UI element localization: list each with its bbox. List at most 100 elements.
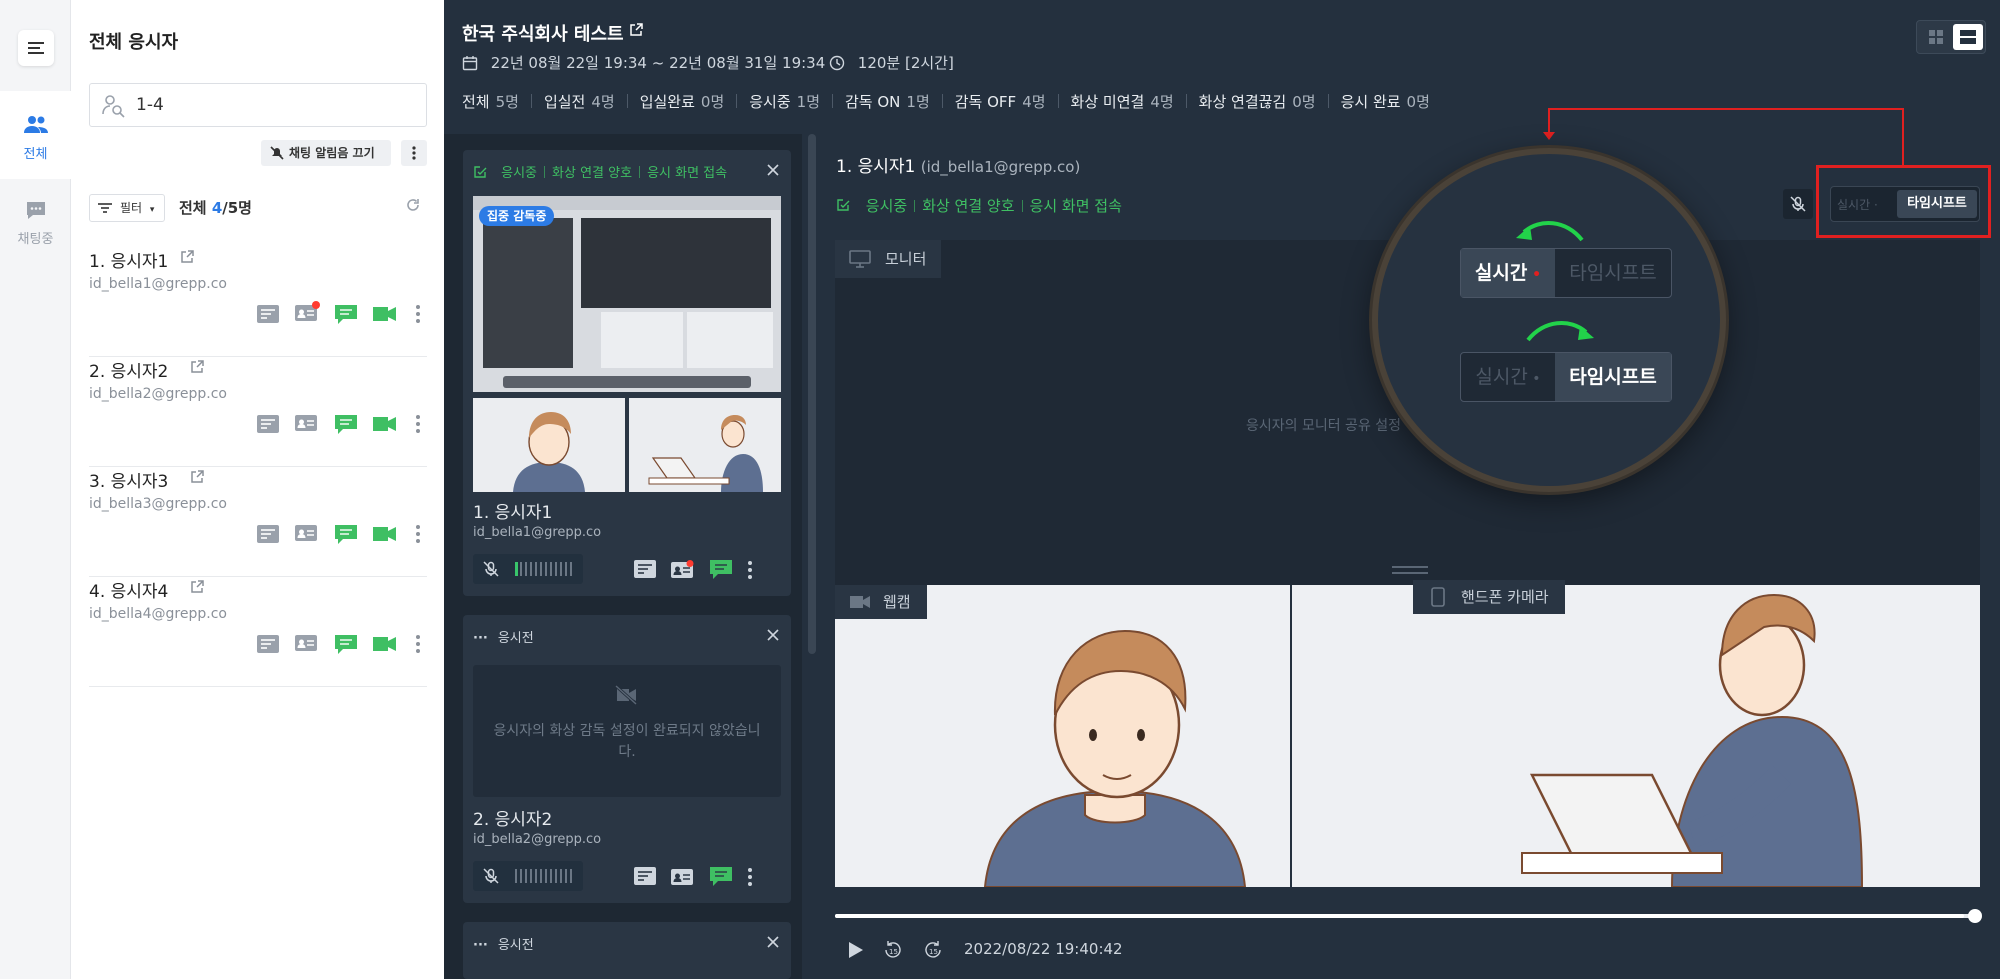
participant-panel: 전체 응시자 1-4 채팅 알림음 끄기 필터 ▾ 전체 4/5명 1. 응시자… bbox=[71, 0, 444, 979]
stat-value: 5명 bbox=[495, 93, 519, 111]
stat-item[interactable]: 응시중 1명 bbox=[749, 91, 820, 112]
video-camera-icon[interactable] bbox=[373, 306, 397, 322]
chat-message-icon[interactable] bbox=[710, 560, 732, 580]
participant-card[interactable]: ··· 응시전 응시자의 화상 감독 설정이 완료되지 않았습니다. 2. 응시자… bbox=[463, 615, 791, 903]
id-card-icon[interactable] bbox=[295, 631, 321, 653]
more-vertical-icon[interactable] bbox=[415, 304, 421, 324]
play-icon[interactable] bbox=[846, 940, 864, 960]
more-vertical-icon[interactable] bbox=[747, 867, 753, 887]
notes-icon[interactable] bbox=[257, 635, 279, 653]
id-card-icon[interactable] bbox=[671, 867, 695, 887]
external-link-icon[interactable] bbox=[189, 579, 205, 595]
detail-mic-button[interactable] bbox=[1783, 189, 1813, 219]
stat-item[interactable]: 응시 완료 0명 bbox=[1341, 91, 1430, 112]
stat-item[interactable]: 감독 ON 1명 bbox=[845, 91, 930, 112]
stat-item[interactable]: 화상 미연결 4명 bbox=[1071, 91, 1174, 112]
video-camera-icon[interactable] bbox=[373, 526, 397, 542]
phone-camera-feed[interactable] bbox=[1292, 585, 1980, 887]
participant-list-item[interactable]: 1. 응시자1 id_bella1@grepp.co bbox=[89, 247, 427, 357]
detail-view-button[interactable] bbox=[1953, 24, 1983, 50]
stat-separator bbox=[1057, 94, 1059, 108]
participant-list-item[interactable]: 3. 응시자3 id_bella3@grepp.co bbox=[89, 467, 427, 577]
chat-message-icon[interactable] bbox=[335, 415, 357, 435]
stat-item[interactable]: 감독 OFF 4명 bbox=[955, 91, 1046, 112]
stat-item[interactable]: 입실완료 0명 bbox=[640, 91, 725, 112]
id-card-icon[interactable] bbox=[295, 411, 321, 433]
chat-message-icon[interactable] bbox=[335, 635, 357, 655]
external-link-icon[interactable] bbox=[189, 469, 205, 485]
rail-tab-chatting[interactable]: 채팅중 bbox=[0, 184, 71, 272]
view-toggle[interactable] bbox=[1916, 20, 1986, 54]
close-icon[interactable] bbox=[765, 934, 781, 950]
more-vertical-icon[interactable] bbox=[415, 414, 421, 434]
participant-card[interactable]: ··· 응시전 bbox=[463, 922, 791, 979]
search-input[interactable]: 1-4 bbox=[89, 83, 427, 127]
participant-name: 4. 응시자4 bbox=[89, 582, 169, 602]
resize-handle[interactable] bbox=[1392, 566, 1428, 574]
cards-scrollbar[interactable] bbox=[808, 134, 816, 654]
notes-icon[interactable] bbox=[257, 415, 279, 433]
participant-email: id_bella1@grepp.co bbox=[89, 276, 227, 292]
external-link-icon[interactable] bbox=[189, 359, 205, 375]
stat-item[interactable]: 입실전 4명 bbox=[544, 91, 615, 112]
annotation-line bbox=[1548, 108, 1904, 110]
mute-chat-alert-button[interactable]: 채팅 알림음 끄기 bbox=[261, 140, 391, 166]
audio-meter bbox=[515, 869, 575, 883]
id-card-icon[interactable] bbox=[671, 560, 695, 580]
more-vertical-icon[interactable] bbox=[415, 634, 421, 654]
external-link-icon[interactable] bbox=[628, 22, 644, 38]
video-camera-icon[interactable] bbox=[373, 416, 397, 432]
chat-message-icon[interactable] bbox=[335, 525, 357, 545]
more-vertical-icon[interactable] bbox=[415, 524, 421, 544]
exam-duration: 120분 [2시간] bbox=[829, 52, 954, 73]
rail-tab-label: 전체 bbox=[23, 147, 48, 162]
audio-meter-level bbox=[515, 562, 518, 576]
mic-off-icon[interactable] bbox=[483, 561, 499, 577]
id-card-icon[interactable] bbox=[295, 521, 321, 543]
stat-label: 입실완료 bbox=[639, 93, 695, 111]
webcam-thumbnail[interactable] bbox=[473, 398, 625, 492]
participant-name: 1. 응시자1 bbox=[89, 252, 169, 272]
external-link-icon[interactable] bbox=[179, 249, 195, 265]
chat-message-icon[interactable] bbox=[335, 305, 357, 325]
close-icon[interactable] bbox=[765, 162, 781, 178]
left-rail: 전체 채팅중 bbox=[0, 0, 71, 979]
stat-value: 1명 bbox=[796, 93, 820, 111]
playback-scrubber[interactable] bbox=[1968, 909, 1982, 923]
filter-button[interactable]: 필터 ▾ bbox=[89, 194, 165, 222]
dots-icon: ··· bbox=[473, 938, 488, 953]
webcam-feed[interactable] bbox=[835, 585, 1290, 887]
chat-message-icon[interactable] bbox=[710, 867, 732, 887]
video-camera-icon[interactable] bbox=[373, 636, 397, 652]
more-vertical-icon[interactable] bbox=[747, 560, 753, 580]
menu-toggle-button[interactable] bbox=[18, 30, 54, 66]
stat-separator bbox=[1327, 94, 1329, 108]
phone-camera-thumbnail[interactable] bbox=[629, 398, 781, 492]
user-search-icon bbox=[102, 95, 125, 118]
participant-list-item[interactable]: 4. 응시자4 id_bella4@grepp.co bbox=[89, 577, 427, 687]
menu-icon bbox=[28, 42, 44, 54]
participant-actions bbox=[247, 413, 427, 435]
notes-icon[interactable] bbox=[634, 560, 656, 578]
stat-value: 4명 bbox=[1150, 93, 1174, 111]
playback-progress-bar[interactable] bbox=[835, 914, 1975, 918]
stat-item[interactable]: 화상 연결끊김 0명 bbox=[1199, 91, 1316, 112]
grid-view-button[interactable] bbox=[1921, 24, 1951, 50]
forward-15-icon[interactable]: 15 bbox=[922, 939, 944, 961]
zoom-timeshift-option: 타임시프트 bbox=[1569, 262, 1657, 284]
zoom-timeshift-option: 타임시프트 bbox=[1555, 353, 1671, 401]
stat-item[interactable]: 전체 5명 bbox=[462, 91, 519, 112]
participant-list-item[interactable]: 2. 응시자2 id_bella2@grepp.co bbox=[89, 357, 427, 467]
mic-off-icon[interactable] bbox=[483, 868, 499, 884]
close-icon[interactable] bbox=[765, 627, 781, 643]
rail-tab-all[interactable]: 전체 bbox=[0, 91, 71, 179]
notes-icon[interactable] bbox=[257, 525, 279, 543]
participant-card[interactable]: 응시중 화상 연결 양호 응시 화면 접속 집중 감독중 1. 응시자1 id_be… bbox=[463, 150, 791, 596]
rewind-15-icon[interactable]: 15 bbox=[882, 939, 904, 961]
notes-icon[interactable] bbox=[634, 867, 656, 885]
panel-more-button[interactable] bbox=[401, 140, 427, 166]
notes-icon[interactable] bbox=[257, 305, 279, 323]
refresh-icon[interactable] bbox=[405, 197, 421, 213]
participant-actions bbox=[247, 633, 427, 655]
id-card-icon[interactable] bbox=[295, 301, 321, 323]
